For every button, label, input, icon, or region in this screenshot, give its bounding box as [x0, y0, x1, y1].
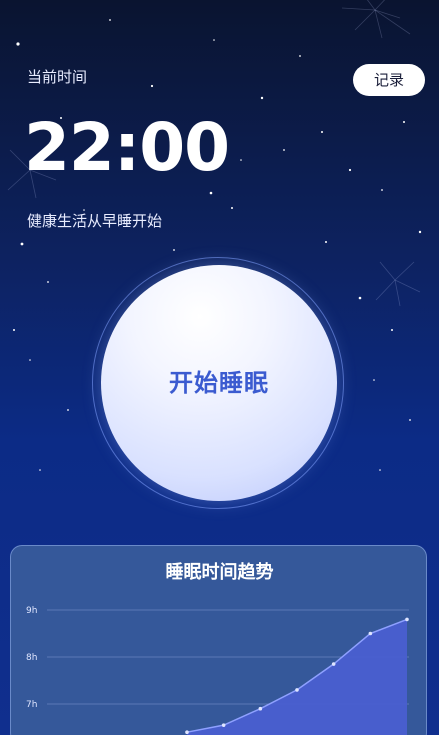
data-point: [331, 662, 336, 666]
record-button[interactable]: 记录: [353, 64, 425, 96]
data-point: [295, 688, 299, 692]
series-area: [187, 619, 407, 735]
start-sleep-label: 开始睡眠: [169, 369, 269, 397]
sleep-trend-chart: 9h 8h 7h: [26, 606, 409, 735]
sleep-trend-card: 睡眠时间趋势 9h 8h 7h: [10, 545, 427, 735]
data-point: [185, 730, 189, 734]
data-point: [405, 617, 409, 622]
y-tick-label: 8h: [26, 653, 37, 663]
y-tick-label: 7h: [26, 700, 37, 710]
data-point: [368, 631, 373, 636]
start-sleep-button[interactable]: 开始睡眠: [101, 265, 337, 501]
current-time-label: 当前时间: [27, 68, 88, 86]
clock-time: 22:00: [24, 109, 230, 186]
data-point: [221, 723, 226, 727]
slogan-text: 健康生活从早睡开始: [27, 212, 163, 230]
data-point: [258, 706, 263, 711]
y-tick-label: 9h: [26, 606, 37, 616]
